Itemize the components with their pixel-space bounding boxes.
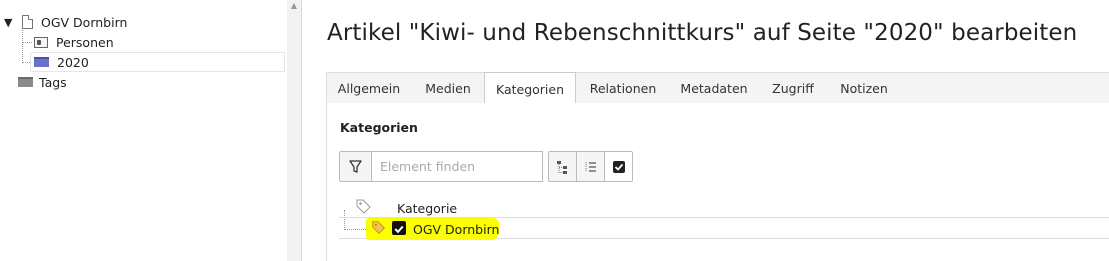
tree-node-label: 2020 bbox=[57, 54, 89, 70]
tab-medien[interactable]: Medien bbox=[413, 73, 483, 104]
page-tree: ▲ ▼ OGV Dornbirn Personen 2020 Tags bbox=[0, 0, 302, 261]
folder-blue-icon bbox=[34, 57, 49, 67]
scroll-up-arrow-icon[interactable]: ▲ bbox=[290, 2, 298, 10]
checkmark-icon bbox=[394, 225, 404, 234]
tab-zugriff[interactable]: Zugriff bbox=[761, 73, 825, 104]
tab-allgemein[interactable]: Allgemein bbox=[327, 73, 411, 104]
tab-bar: Allgemein Medien Kategorien Relationen M… bbox=[326, 72, 1109, 105]
tab-relationen[interactable]: Relationen bbox=[578, 73, 668, 104]
tree-node-personen[interactable]: Personen bbox=[34, 32, 114, 52]
tree-node-tags[interactable]: Tags bbox=[18, 72, 67, 92]
tab-metadaten[interactable]: Metadaten bbox=[669, 73, 759, 104]
page-title: Artikel "Kiwi- und Rebenschnittkurs" auf… bbox=[327, 20, 1078, 46]
category-column-header: Kategorie bbox=[397, 201, 458, 216]
tree-node-label: Personen bbox=[56, 34, 114, 50]
tag-icon bbox=[356, 199, 371, 214]
tree-node-2020[interactable]: 2020 bbox=[34, 52, 89, 72]
tree-toolbar bbox=[548, 151, 633, 182]
tag-icon bbox=[372, 221, 386, 235]
category-label: OGV Dornbirn bbox=[413, 222, 500, 237]
collapse-tree-button[interactable] bbox=[576, 151, 605, 182]
tree-scrollbar[interactable]: ▲ bbox=[287, 0, 301, 261]
category-checkbox[interactable] bbox=[392, 221, 406, 235]
list-icon bbox=[585, 161, 596, 172]
page-icon bbox=[22, 15, 33, 29]
tree-node-label: Tags bbox=[39, 74, 67, 90]
tab-kategorien[interactable]: Kategorien bbox=[484, 72, 576, 105]
contact-card-icon bbox=[34, 36, 48, 48]
tab-notizen[interactable]: Notizen bbox=[827, 73, 901, 104]
tree-structure-icon bbox=[556, 160, 567, 174]
show-selected-button[interactable] bbox=[604, 151, 633, 182]
filter-icon bbox=[349, 160, 362, 173]
collapse-toggle-icon[interactable]: ▼ bbox=[4, 16, 16, 29]
folder-icon bbox=[18, 77, 33, 87]
filter-input[interactable] bbox=[371, 151, 543, 182]
filter-button[interactable] bbox=[339, 151, 372, 182]
checkbox-checked-icon bbox=[612, 160, 625, 173]
tree-connector bbox=[22, 42, 32, 43]
section-label: Kategorien bbox=[340, 120, 418, 135]
tree-node-root[interactable]: ▼ OGV Dornbirn bbox=[4, 12, 127, 32]
expand-tree-button[interactable] bbox=[548, 151, 577, 182]
tree-connector bbox=[22, 30, 23, 63]
tree-node-label: OGV Dornbirn bbox=[41, 14, 128, 30]
